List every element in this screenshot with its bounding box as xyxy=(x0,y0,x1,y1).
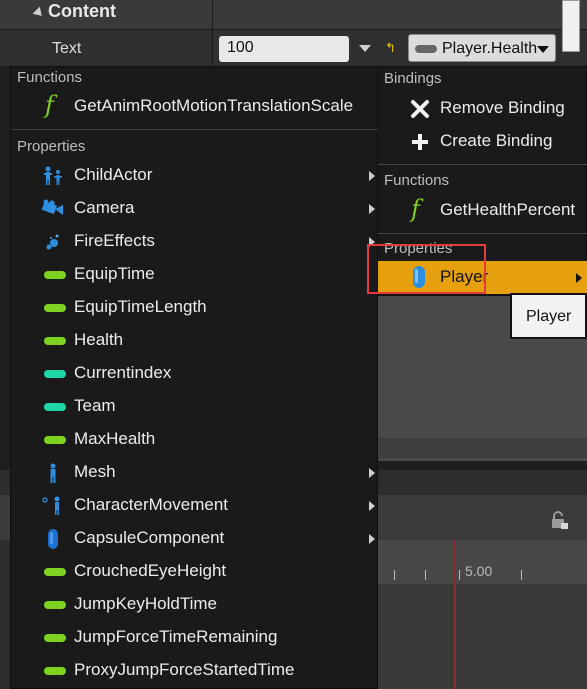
menu-item-label: JumpForceTimeRemaining xyxy=(74,627,278,646)
float-variable-icon xyxy=(44,436,66,444)
ruler-label: 5.00 xyxy=(465,563,493,579)
submenu-arrow-icon xyxy=(369,204,375,214)
menu-item-label: Camera xyxy=(74,198,135,217)
menu-item-capsule-component[interactable]: CapsuleComponent xyxy=(11,522,379,555)
menu-item-label: GetHealthPercent xyxy=(440,200,576,219)
function-icon: f xyxy=(411,195,420,223)
menu-item-label: Remove Binding xyxy=(440,98,565,117)
plus-icon xyxy=(412,134,428,150)
menu-divider xyxy=(378,233,587,234)
annotation-highlight-box xyxy=(367,244,486,294)
menu-item-label: GetAnimRootMotionTranslationScale xyxy=(74,96,354,115)
ruler-tick xyxy=(459,570,460,580)
submenu-arrow-icon xyxy=(369,534,375,544)
int-variable-icon xyxy=(44,403,66,411)
menu-item-equip-time[interactable]: EquipTime xyxy=(11,258,379,291)
bindings-section-header: Bindings xyxy=(384,70,442,87)
menu-divider xyxy=(11,129,379,130)
int-variable-icon xyxy=(44,370,66,378)
create-binding-menu-item[interactable]: Create Binding xyxy=(378,125,587,158)
camera-icon xyxy=(41,199,63,215)
tooltip-text: Player xyxy=(526,308,572,325)
character-movement-icon xyxy=(42,496,60,515)
menu-item-label: CapsuleComponent xyxy=(74,528,225,547)
binding-dropdown[interactable]: Player.Health xyxy=(408,34,556,62)
content-section-title: Content xyxy=(48,1,116,21)
capsule-icon xyxy=(48,529,58,549)
menu-item-crouched-eye-height[interactable]: CrouchedEyeHeight xyxy=(11,555,379,588)
content-section-header[interactable]: Content xyxy=(0,0,587,30)
menu-item-max-health[interactable]: MaxHealth xyxy=(11,423,379,456)
menu-item-label: Mesh xyxy=(74,462,116,481)
text-value-input[interactable]: 100 xyxy=(219,36,349,62)
menu-item-label: EquipTimeLength xyxy=(74,297,207,316)
menu-item-jump-key-hold-time[interactable]: JumpKeyHoldTime xyxy=(11,588,379,621)
menu-item-label: FireEffects xyxy=(74,231,155,250)
float-variable-icon xyxy=(44,271,66,279)
float-variable-icon xyxy=(44,568,66,576)
menu-item-label: Team xyxy=(74,396,116,415)
collapse-triangle-icon[interactable] xyxy=(32,6,46,20)
float-variable-icon xyxy=(44,601,66,609)
float-variable-icon xyxy=(44,337,66,345)
submenu-arrow-icon xyxy=(576,273,582,283)
functions-section-header: Functions xyxy=(17,69,83,86)
get-health-percent-menu-item[interactable]: f GetHealthPercent xyxy=(378,194,587,227)
timeline-playhead[interactable] xyxy=(454,540,456,689)
menu-item-label: Currentindex xyxy=(74,363,172,382)
menu-item-get-anim-root-motion-translation-scale[interactable]: f GetAnimRootMotionTranslationScale xyxy=(11,90,379,123)
menu-item-label: JumpKeyHoldTime xyxy=(74,594,217,613)
preview-panel-bar xyxy=(378,438,587,458)
menu-item-mesh[interactable]: Mesh xyxy=(11,456,379,489)
menu-item-health[interactable]: Health xyxy=(11,324,379,357)
close-icon xyxy=(411,100,429,118)
function-icon: f xyxy=(45,91,54,119)
menu-item-label: MaxHealth xyxy=(74,429,156,448)
menu-item-fire-effects[interactable]: FireEffects xyxy=(11,225,379,258)
menu-item-label: ChildActor xyxy=(74,165,153,184)
column-divider[interactable] xyxy=(212,0,213,66)
properties-section-header: Properties xyxy=(17,138,86,155)
ruler-tick xyxy=(394,570,395,580)
binding-variable-icon xyxy=(415,45,437,53)
menu-item-currentindex[interactable]: Currentindex xyxy=(11,357,379,390)
ruler-tick xyxy=(521,570,522,580)
lock-icon[interactable] xyxy=(549,510,569,530)
menu-item-child-actor[interactable]: ChildActor xyxy=(11,159,379,192)
menu-item-label: EquipTime xyxy=(74,264,155,283)
submenu-arrow-icon xyxy=(369,171,375,181)
float-variable-icon xyxy=(44,304,66,312)
menu-item-jump-force-time-remaining[interactable]: JumpForceTimeRemaining xyxy=(11,621,379,654)
child-actor-icon xyxy=(44,166,62,185)
remove-binding-menu-item[interactable]: Remove Binding xyxy=(378,92,587,125)
menu-item-character-movement[interactable]: CharacterMovement xyxy=(11,489,379,522)
menu-item-label: ProxyJumpForceStartedTime xyxy=(74,660,295,679)
fire-effects-icon xyxy=(46,234,59,250)
submenu-arrow-icon xyxy=(369,468,375,478)
menu-divider xyxy=(378,164,587,165)
player-tooltip: Player xyxy=(510,293,587,339)
float-variable-icon xyxy=(44,667,66,675)
menu-item-proxy-jump-force-started-time[interactable]: ProxyJumpForceStartedTime xyxy=(11,654,379,687)
text-property-label: Text xyxy=(52,40,82,57)
menu-item-label: CrouchedEyeHeight xyxy=(74,561,227,580)
binding-dropdown-value: Player.Health xyxy=(442,40,538,57)
menu-item-equip-time-length[interactable]: EquipTimeLength xyxy=(11,291,379,324)
mesh-icon xyxy=(50,463,56,483)
menu-item-team[interactable]: Team xyxy=(11,390,379,423)
chevron-down-icon[interactable] xyxy=(359,45,371,52)
ruler-tick xyxy=(425,570,426,580)
functions-section-header: Functions xyxy=(384,172,450,189)
reset-to-default-icon[interactable]: ↰ xyxy=(385,41,397,55)
menu-item-label: Create Binding xyxy=(440,131,553,150)
menu-item-label: Health xyxy=(74,330,124,349)
menu-item-label: CharacterMovement xyxy=(74,495,229,514)
chevron-down-icon xyxy=(537,46,549,53)
menu-item-camera[interactable]: Camera xyxy=(11,192,379,225)
float-variable-icon xyxy=(44,634,66,642)
property-binding-menu: Functions f GetAnimRootMotionTranslation… xyxy=(10,66,379,689)
submenu-arrow-icon xyxy=(369,501,375,511)
scrollbar[interactable] xyxy=(562,0,580,52)
